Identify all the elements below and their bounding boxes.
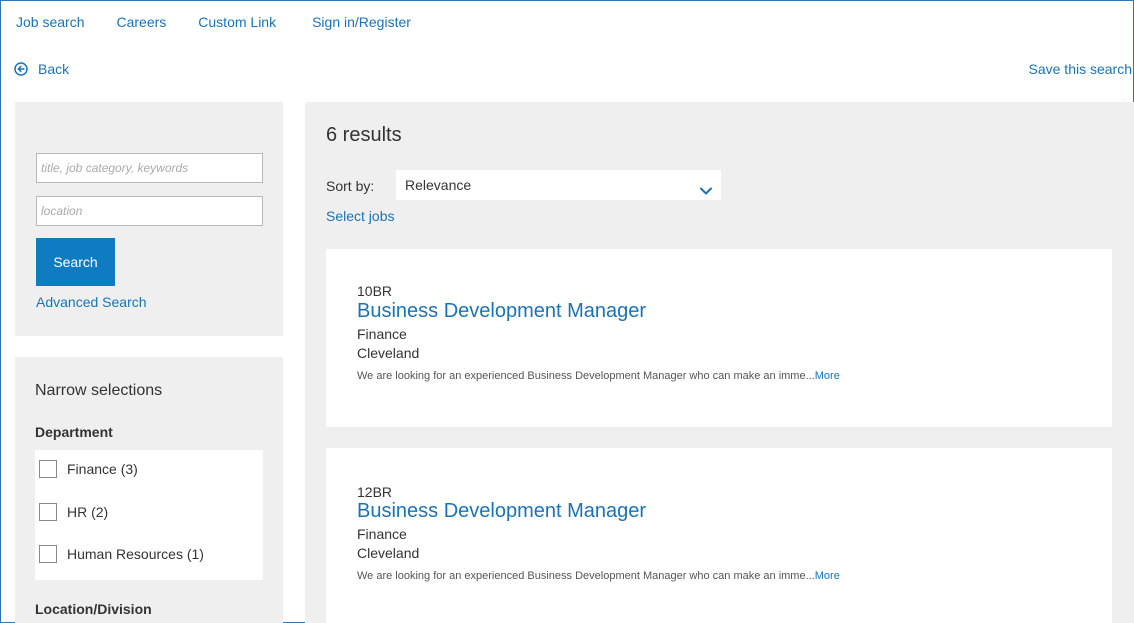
filters-title: Narrow selections: [35, 382, 163, 399]
checkbox[interactable]: [39, 545, 57, 563]
chevron-down-icon: [699, 178, 713, 195]
filters-panel: Narrow selections Department Finance (3)…: [15, 357, 283, 623]
top-navigation: Job search Careers Custom Link Sign in/R…: [16, 14, 443, 30]
nav-job-search-link[interactable]: Job search: [16, 14, 84, 30]
sort-label: Sort by:: [326, 178, 375, 194]
job-title-link[interactable]: Business Development Manager: [357, 300, 646, 323]
more-link[interactable]: More: [815, 570, 840, 582]
job-location: Cleveland: [357, 345, 420, 361]
save-search-link[interactable]: Save this search: [1029, 61, 1133, 77]
more-link[interactable]: More: [815, 370, 840, 382]
back-link[interactable]: Back: [14, 61, 69, 77]
job-description-text: We are looking for an experienced Busine…: [357, 570, 815, 582]
job-location: Cleveland: [357, 545, 420, 561]
facet-label: Human Resources (1): [67, 546, 204, 562]
location-division-heading: Location/Division: [35, 601, 152, 617]
select-jobs-link[interactable]: Select jobs: [326, 208, 394, 224]
facet-label: HR (2): [67, 504, 109, 520]
checkbox[interactable]: [39, 503, 57, 521]
facet-human-resources[interactable]: Human Resources (1): [39, 545, 204, 563]
checkbox[interactable]: [39, 460, 57, 478]
results-count: 6 results: [326, 124, 402, 146]
search-button[interactable]: Search: [36, 238, 115, 286]
advanced-search-link[interactable]: Advanced Search: [36, 294, 147, 310]
sort-select[interactable]: Relevance: [396, 170, 721, 200]
job-card: 12BR Business Development Manager Financ…: [326, 448, 1112, 623]
job-department: Finance: [357, 526, 407, 542]
job-id: 10BR: [357, 283, 393, 299]
job-description-text: We are looking for an experienced Busine…: [357, 370, 815, 382]
nav-careers-link[interactable]: Careers: [116, 14, 166, 30]
job-id: 12BR: [357, 484, 393, 500]
job-card: 10BR Business Development Manager Financ…: [326, 249, 1112, 427]
circle-arrow-left-icon: [14, 62, 28, 76]
sort-selected-value: Relevance: [405, 177, 472, 193]
department-heading: Department: [35, 424, 113, 440]
results-area: 6 results Sort by: Relevance Select jobs…: [305, 102, 1134, 623]
location-input[interactable]: location: [36, 196, 263, 226]
department-facet-list: Finance (3) HR (2) Human Resources (1): [35, 450, 263, 580]
keywords-input[interactable]: title, job category, keywords: [36, 153, 263, 183]
job-description: We are looking for an experienced Busine…: [357, 370, 840, 382]
facet-label: Finance (3): [67, 461, 138, 477]
nav-custom-link[interactable]: Custom Link: [198, 14, 276, 30]
back-label: Back: [38, 61, 70, 77]
facet-finance[interactable]: Finance (3): [39, 460, 138, 478]
facet-hr[interactable]: HR (2): [39, 503, 108, 521]
job-department: Finance: [357, 326, 407, 342]
job-description: We are looking for an experienced Busine…: [357, 570, 840, 582]
nav-sign-in-link[interactable]: Sign in/Register: [312, 14, 411, 30]
search-panel: title, job category, keywords location S…: [15, 102, 283, 336]
job-title-link[interactable]: Business Development Manager: [357, 500, 646, 523]
